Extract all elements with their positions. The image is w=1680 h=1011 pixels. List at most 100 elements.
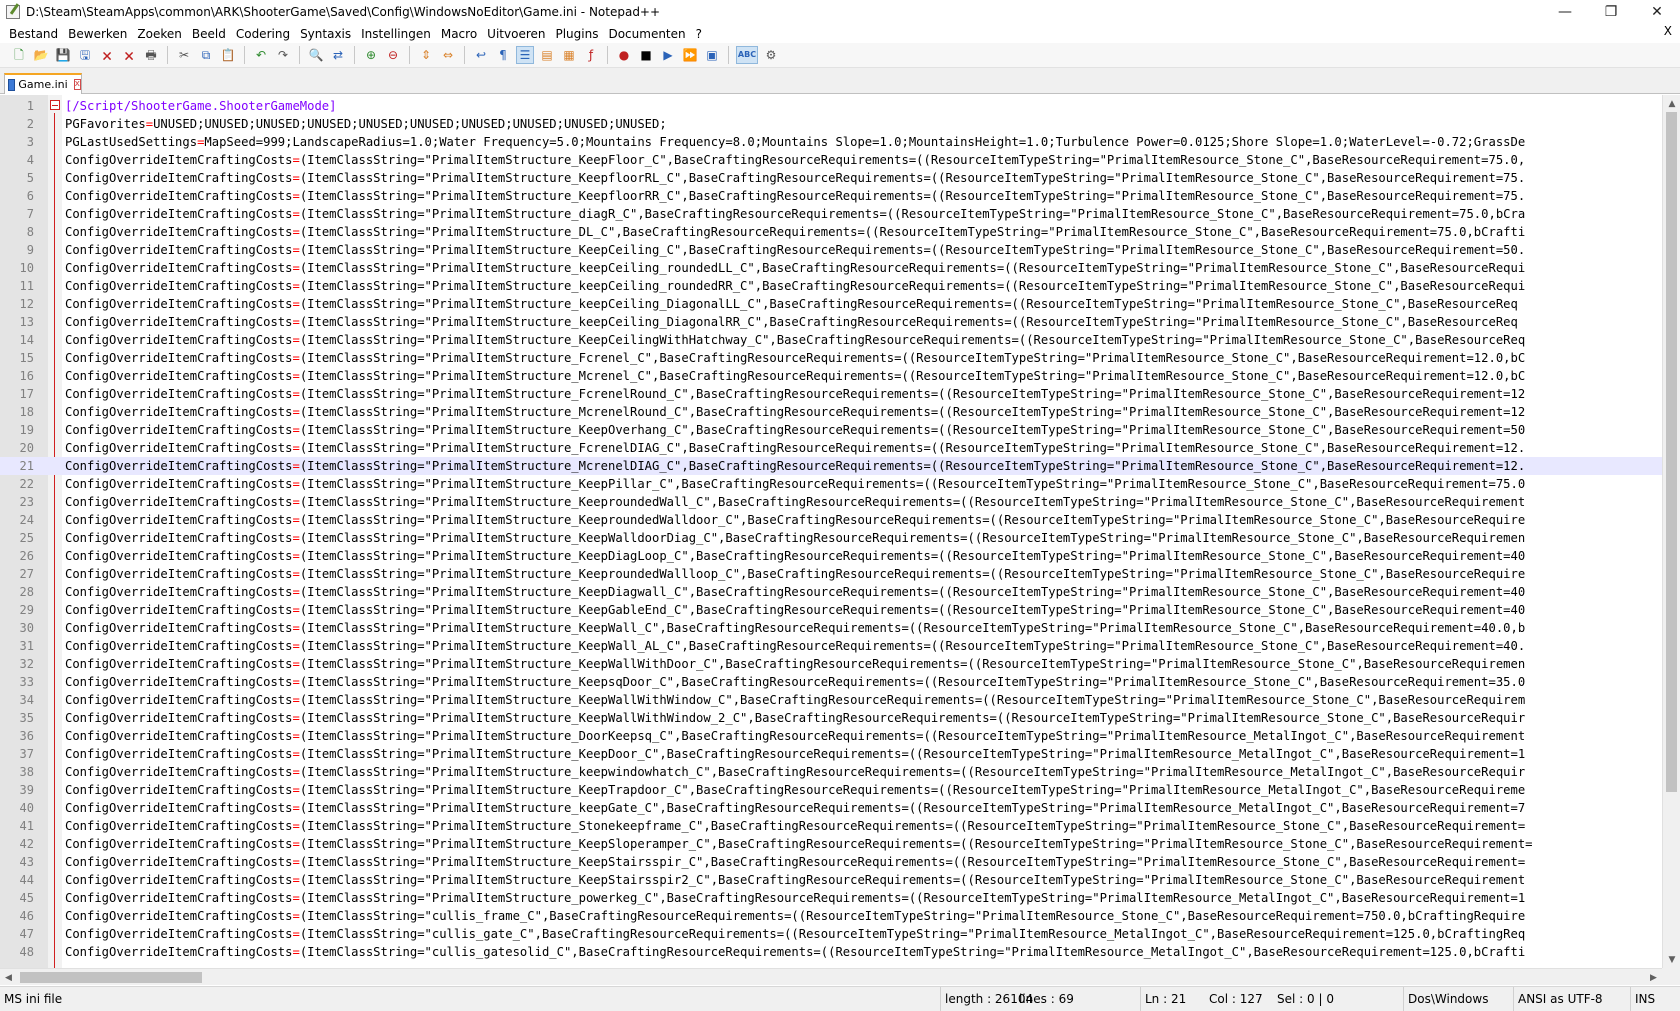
line-content[interactable]: ConfigOverrideItemCraftingCosts=(ItemCla… [65,547,1662,565]
code-line[interactable]: 42 ConfigOverrideItemCraftingCosts=(ItemC… [0,835,1662,853]
paste-icon[interactable]: 📋 [219,46,237,64]
line-content[interactable]: ConfigOverrideItemCraftingCosts=(ItemCla… [65,331,1662,349]
close-file-icon[interactable]: 🗙 [98,46,116,64]
line-content[interactable]: ConfigOverrideItemCraftingCosts=(ItemCla… [65,583,1662,601]
line-content[interactable]: ConfigOverrideItemCraftingCosts=(ItemCla… [65,727,1662,745]
line-content[interactable]: ConfigOverrideItemCraftingCosts=(ItemCla… [65,529,1662,547]
code-line[interactable]: 26 ConfigOverrideItemCraftingCosts=(ItemC… [0,547,1662,565]
line-content[interactable]: ConfigOverrideItemCraftingCosts=(ItemCla… [65,745,1662,763]
code-line[interactable]: 3 PGLastUsedSettings=MapSeed=999;Landscap… [0,133,1662,151]
code-line[interactable]: 33 ConfigOverrideItemCraftingCosts=(ItemC… [0,673,1662,691]
code-line[interactable]: 2 PGFavorites=UNUSED;UNUSED;UNUSED;UNUSED… [0,115,1662,133]
menu-bewerken[interactable]: Bewerken [63,27,132,41]
menu-beeld[interactable]: Beeld [187,27,231,41]
menu-macro[interactable]: Macro [436,27,482,41]
code-line[interactable]: 37 ConfigOverrideItemCraftingCosts=(ItemC… [0,745,1662,763]
menu-plugins[interactable]: Plugins [550,27,603,41]
code-line[interactable]: 27 ConfigOverrideItemCraftingCosts=(ItemC… [0,565,1662,583]
line-content[interactable]: ConfigOverrideItemCraftingCosts=(ItemCla… [65,313,1662,331]
line-content[interactable]: ConfigOverrideItemCraftingCosts=(ItemCla… [65,169,1662,187]
code-line[interactable]: 17 ConfigOverrideItemCraftingCosts=(ItemC… [0,385,1662,403]
spell-check-icon[interactable]: ABC [736,46,758,64]
text-area[interactable]: 1 [/Script/ShooterGame.ShooterGameMode] 2 P… [0,97,1662,961]
code-line[interactable]: 16 ConfigOverrideItemCraftingCosts=(ItemC… [0,367,1662,385]
code-line[interactable]: 20 ConfigOverrideItemCraftingCosts=(ItemC… [0,439,1662,457]
line-content[interactable]: PGFavorites=UNUSED;UNUSED;UNUSED;UNUSED;… [65,115,1662,133]
line-content[interactable]: [/Script/ShooterGame.ShooterGameMode] [65,97,1662,115]
user-language-icon[interactable]: ▤ [538,46,556,64]
code-line[interactable]: 38 ConfigOverrideItemCraftingCosts=(ItemC… [0,763,1662,781]
code-line[interactable]: 44 ConfigOverrideItemCraftingCosts=(ItemC… [0,871,1662,889]
line-content[interactable]: ConfigOverrideItemCraftingCosts=(ItemCla… [65,241,1662,259]
play-macro-icon[interactable]: ▶ [659,46,677,64]
code-line[interactable]: 6 ConfigOverrideItemCraftingCosts=(ItemCl… [0,187,1662,205]
line-content[interactable]: ConfigOverrideItemCraftingCosts=(ItemCla… [65,349,1662,367]
line-content[interactable]: ConfigOverrideItemCraftingCosts=(ItemCla… [65,565,1662,583]
code-line[interactable]: 23 ConfigOverrideItemCraftingCosts=(ItemC… [0,493,1662,511]
line-content[interactable]: ConfigOverrideItemCraftingCosts=(ItemCla… [65,439,1662,457]
minimize-button[interactable]: — [1542,0,1588,24]
code-line[interactable]: 34 ConfigOverrideItemCraftingCosts=(ItemC… [0,691,1662,709]
code-line[interactable]: 28 ConfigOverrideItemCraftingCosts=(ItemC… [0,583,1662,601]
new-file-icon[interactable]: 🗋 [10,46,28,64]
code-line[interactable]: 22 ConfigOverrideItemCraftingCosts=(ItemC… [0,475,1662,493]
line-content[interactable]: ConfigOverrideItemCraftingCosts=(ItemCla… [65,601,1662,619]
line-content[interactable]: PGLastUsedSettings=MapSeed=999;Landscape… [65,133,1662,151]
record-macro-icon[interactable]: ● [615,46,633,64]
menu-instellingen[interactable]: Instellingen [356,27,436,41]
run-macro-multiple-icon[interactable]: ⏩ [681,46,699,64]
line-content[interactable]: ConfigOverrideItemCraftingCosts=(ItemCla… [65,151,1662,169]
code-line[interactable]: 7 ConfigOverrideItemCraftingCosts=(ItemCl… [0,205,1662,223]
code-line[interactable]: 35 ConfigOverrideItemCraftingCosts=(ItemC… [0,709,1662,727]
scroll-down-arrow-icon[interactable]: ▼ [1663,951,1680,968]
status-encoding[interactable]: ANSI as UTF-8 [1513,987,1630,1011]
line-content[interactable]: ConfigOverrideItemCraftingCosts=(ItemCla… [65,673,1662,691]
line-content[interactable]: ConfigOverrideItemCraftingCosts=(ItemCla… [65,403,1662,421]
line-content[interactable]: ConfigOverrideItemCraftingCosts=(ItemCla… [65,295,1662,313]
line-content[interactable]: ConfigOverrideItemCraftingCosts=(ItemCla… [65,799,1662,817]
code-line[interactable]: 48 ConfigOverrideItemCraftingCosts=(ItemC… [0,943,1662,961]
status-insert-mode[interactable]: INS [1630,987,1680,1011]
close-document-button[interactable]: X [1664,24,1672,38]
line-content[interactable]: ConfigOverrideItemCraftingCosts=(ItemCla… [65,367,1662,385]
maximize-button[interactable]: ❐ [1588,0,1634,24]
code-line[interactable]: 14 ConfigOverrideItemCraftingCosts=(ItemC… [0,331,1662,349]
line-content[interactable]: ConfigOverrideItemCraftingCosts=(ItemCla… [65,421,1662,439]
function-list-icon[interactable]: ƒ [582,46,600,64]
code-line[interactable]: 32 ConfigOverrideItemCraftingCosts=(ItemC… [0,655,1662,673]
menu-help[interactable]: ? [691,27,707,41]
find-icon[interactable]: 🔍 [307,46,325,64]
line-content[interactable]: ConfigOverrideItemCraftingCosts=(ItemCla… [65,637,1662,655]
scroll-right-arrow-icon[interactable]: ▶ [1645,969,1662,986]
line-content[interactable]: ConfigOverrideItemCraftingCosts=(ItemCla… [65,511,1662,529]
line-content[interactable]: ConfigOverrideItemCraftingCosts=(ItemCla… [65,925,1662,943]
line-content[interactable]: ConfigOverrideItemCraftingCosts=(ItemCla… [65,781,1662,799]
code-line[interactable]: 45 ConfigOverrideItemCraftingCosts=(ItemC… [0,889,1662,907]
horizontal-scrollbar[interactable]: ◀ ▶ [0,968,1662,985]
code-line[interactable]: 47 ConfigOverrideItemCraftingCosts=(ItemC… [0,925,1662,943]
line-content[interactable]: ConfigOverrideItemCraftingCosts=(ItemCla… [65,817,1662,835]
code-line[interactable]: 31 ConfigOverrideItemCraftingCosts=(ItemC… [0,637,1662,655]
zoom-in-icon[interactable]: ⊕ [362,46,380,64]
redo-icon[interactable]: ↷ [274,46,292,64]
line-content[interactable]: ConfigOverrideItemCraftingCosts=(ItemCla… [65,493,1662,511]
code-line[interactable]: 1 [/Script/ShooterGame.ShooterGameMode] [0,97,1662,115]
sync-vertical-icon[interactable]: ⇕ [417,46,435,64]
scroll-left-arrow-icon[interactable]: ◀ [0,969,17,986]
tab-close-icon[interactable]: x [73,79,81,90]
line-content[interactable]: ConfigOverrideItemCraftingCosts=(ItemCla… [65,619,1662,637]
code-line[interactable]: 25 ConfigOverrideItemCraftingCosts=(ItemC… [0,529,1662,547]
code-line[interactable]: 9 ConfigOverrideItemCraftingCosts=(ItemCl… [0,241,1662,259]
line-content[interactable]: ConfigOverrideItemCraftingCosts=(ItemCla… [65,277,1662,295]
line-content[interactable]: ConfigOverrideItemCraftingCosts=(ItemCla… [65,763,1662,781]
code-line[interactable]: 5 ConfigOverrideItemCraftingCosts=(ItemCl… [0,169,1662,187]
code-line[interactable]: 24 ConfigOverrideItemCraftingCosts=(ItemC… [0,511,1662,529]
line-content[interactable]: ConfigOverrideItemCraftingCosts=(ItemCla… [65,889,1662,907]
vertical-scrollbar[interactable]: ▲ ▼ [1662,95,1680,968]
editor[interactable]: 1 [/Script/ShooterGame.ShooterGameMode] 2 P… [0,95,1680,968]
menu-syntaxis[interactable]: Syntaxis [295,27,356,41]
stop-macro-icon[interactable]: ■ [637,46,655,64]
code-line[interactable]: 11 ConfigOverrideItemCraftingCosts=(ItemC… [0,277,1662,295]
code-line[interactable]: 40 ConfigOverrideItemCraftingCosts=(ItemC… [0,799,1662,817]
close-window-button[interactable]: ✕ [1634,0,1680,24]
